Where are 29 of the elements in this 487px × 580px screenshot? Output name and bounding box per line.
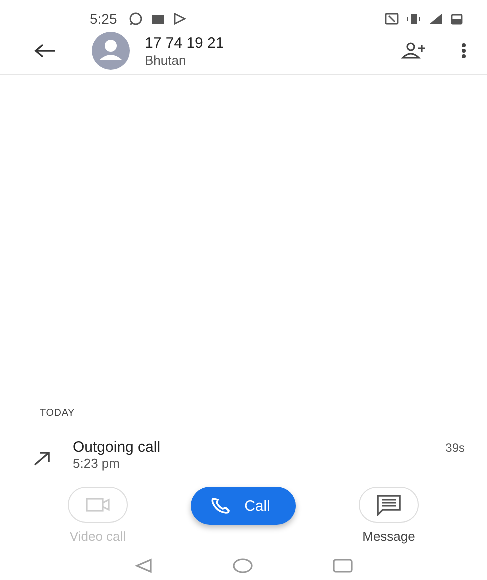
outgoing-arrow-icon [33, 449, 51, 467]
avatar-icon [92, 32, 130, 70]
more-options-icon[interactable] [461, 43, 467, 59]
action-label: Message [362, 529, 416, 544]
play-icon [173, 13, 188, 25]
back-arrow-icon[interactable] [34, 43, 56, 59]
add-person-icon[interactable] [401, 42, 427, 60]
video-camera-icon [85, 497, 111, 513]
message-icon [376, 494, 402, 516]
clock-time: 5:25 [90, 11, 118, 27]
back-triangle-icon[interactable] [134, 558, 152, 574]
phone-icon [210, 497, 231, 515]
section-heading: TODAY [39, 408, 76, 419]
call-button[interactable]: Call [190, 487, 296, 525]
home-circle-icon[interactable] [232, 558, 252, 574]
chat-bubble-icon [129, 12, 144, 26]
contact-number: 17 74 19 21 [145, 34, 224, 52]
message-button[interactable] [359, 487, 419, 523]
battery-icon [451, 13, 463, 25]
signal-icon [429, 13, 443, 25]
call-time: 5:23 pm [73, 456, 121, 471]
vibrate-icon [407, 13, 421, 25]
action-label: Video call [70, 529, 126, 544]
recents-square-icon[interactable] [332, 558, 352, 574]
call-duration: 39s [446, 441, 465, 455]
call-type: Outgoing call [73, 439, 161, 456]
contact-location: Bhutan [145, 52, 188, 68]
image-icon [151, 13, 166, 25]
nfc-icon [385, 13, 399, 25]
